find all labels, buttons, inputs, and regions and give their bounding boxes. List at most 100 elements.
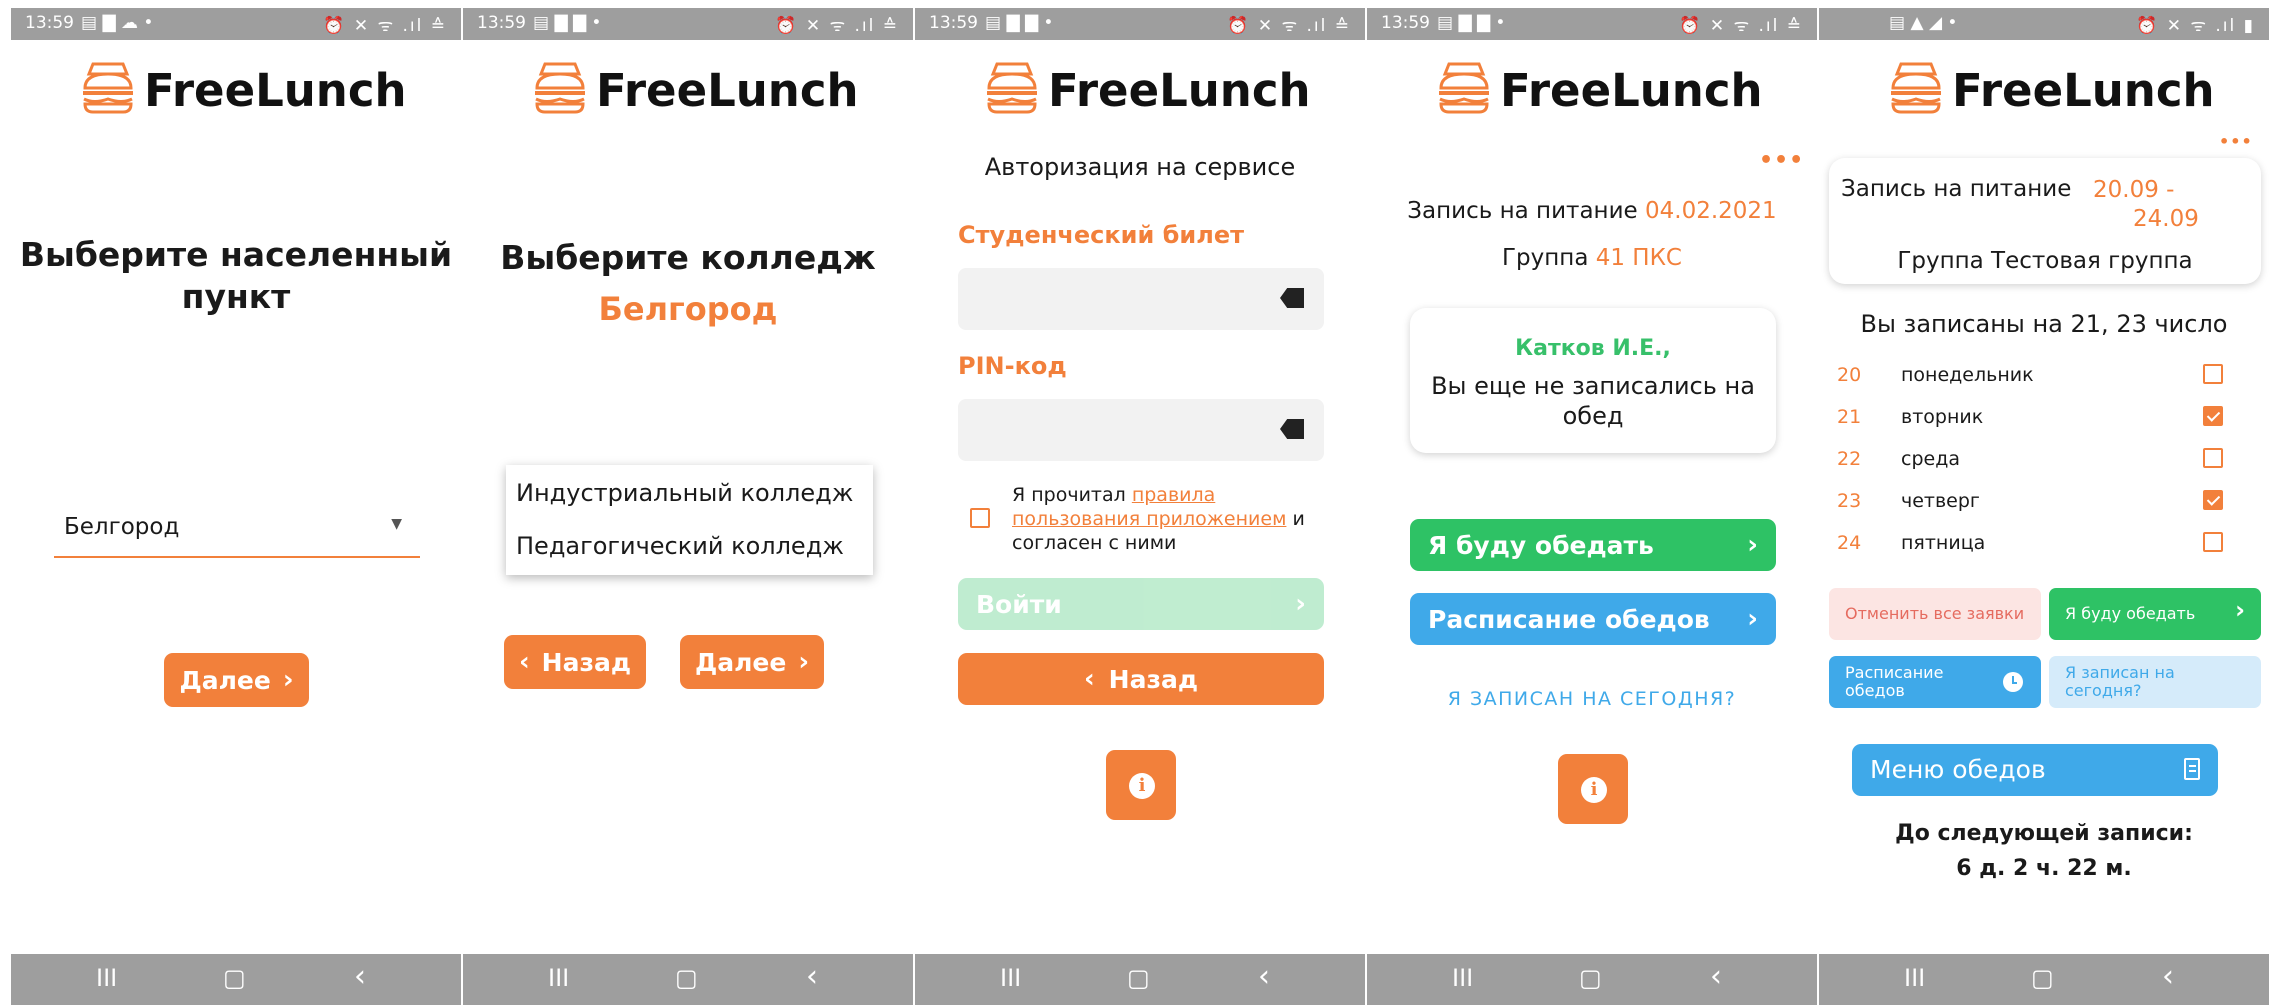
status-bar: 13:59 ▤ ▇ ▇ • ⏰ ✕ ᯤ .ıl ≙: [463, 8, 913, 40]
back-icon[interactable]: ‹: [806, 959, 818, 994]
status-message: Вы еще не записались на обед: [1431, 372, 1755, 430]
agree-checkbox[interactable]: [970, 508, 990, 528]
recents-icon[interactable]: III: [548, 964, 569, 992]
backspace-icon[interactable]: [1280, 419, 1304, 439]
chevron-left-icon: ‹: [1083, 664, 1095, 694]
next-button[interactable]: Далее ›: [680, 635, 824, 689]
next-record-countdown: 6 д. 2 ч. 22 м.: [1956, 856, 2132, 881]
screen-select-college: 13:59 ▤ ▇ ▇ • ⏰ ✕ ᯤ .ıl ≙ FreeLunch Выбе…: [463, 8, 913, 1005]
system-nav-bar: III ▢ ‹: [11, 954, 461, 1005]
dropdown-option[interactable]: Индустриальный колледж: [516, 479, 853, 507]
signed-days-text: Вы записаны на 21, 23 число: [1860, 310, 2228, 338]
app-logo: FreeLunch: [1367, 54, 1817, 118]
day-row[interactable]: 24 пятница: [1837, 528, 2247, 558]
clock-icon: [2003, 672, 2023, 692]
day-checkbox[interactable]: [2203, 364, 2223, 384]
city-select-value: Белгород: [64, 514, 180, 540]
record-date: 04.02.2021: [1645, 198, 1777, 224]
day-checkbox[interactable]: [2203, 406, 2223, 426]
page-title: Выберите колледж: [500, 238, 876, 277]
recents-icon[interactable]: III: [1000, 964, 1021, 992]
am-i-signed-today-link[interactable]: Я ЗАПИСАН НА СЕГОДНЯ?: [1367, 688, 1817, 710]
home-icon[interactable]: ▢: [2031, 964, 2054, 992]
day-checkbox[interactable]: [2203, 448, 2223, 468]
schedule-button[interactable]: Расписание обедов: [1829, 656, 2041, 708]
student-id-field[interactable]: [958, 268, 1324, 330]
status-time: 13:59: [477, 13, 526, 33]
system-nav-bar: III ▢ ‹: [463, 954, 913, 1005]
status-time: 13:59: [929, 13, 978, 33]
back-button[interactable]: ‹ Назад: [958, 653, 1324, 705]
will-eat-button[interactable]: Я буду обедать ›: [1410, 519, 1776, 571]
pin-label: PIN-код: [958, 352, 1067, 380]
selected-city: Белгород: [598, 290, 778, 328]
schedule-button[interactable]: Расписание обедов ›: [1410, 593, 1776, 645]
back-icon[interactable]: ‹: [354, 959, 366, 994]
status-right-icons: ⏰ ✕ ᯤ .ıl ▮: [2136, 16, 2255, 36]
chevron-left-icon: ‹: [518, 647, 530, 677]
day-row[interactable]: 20 понедельник: [1837, 360, 2247, 390]
am-i-signed-today-button[interactable]: Я записан на сегодня?: [2049, 656, 2261, 708]
status-bar: 09:37 ▤ ▲ ◢ • ⏰ ✕ ᯤ .ıl ▮: [1819, 8, 2269, 881]
recents-icon[interactable]: III: [96, 964, 117, 992]
chevron-right-icon: ›: [798, 647, 810, 677]
will-eat-button[interactable]: Я буду обедать ›: [2049, 588, 2261, 640]
day-row[interactable]: 21 вторник: [1837, 402, 2247, 432]
city-select[interactable]: Белгород ▼: [54, 506, 420, 558]
system-nav-bar: III ▢ ‹: [1367, 954, 1817, 1005]
menu-button[interactable]: Меню обедов: [1852, 744, 2218, 796]
info-button[interactable]: i: [1558, 754, 1628, 824]
status-bar: 13:59 ▤ ▇ ▇ • ⏰ ✕ ᯤ .ıl ≙: [1367, 8, 1817, 40]
back-icon[interactable]: ‹: [1258, 959, 1270, 994]
system-nav-bar: III ▢ ‹: [1819, 954, 2269, 1005]
more-menu-icon[interactable]: •••: [2219, 132, 2253, 151]
home-icon[interactable]: ▢: [675, 964, 698, 992]
auth-title: Авторизация на сервисе: [984, 153, 1296, 181]
burger-logo-icon: [1439, 62, 1489, 114]
login-button[interactable]: Войти ›: [958, 578, 1324, 630]
status-right-icons: ⏰ ✕ ᯤ .ıl ≙: [323, 16, 447, 36]
info-icon: i: [1581, 777, 1607, 803]
home-icon[interactable]: ▢: [1127, 964, 1150, 992]
record-card: Запись на питание 20.09 - 24.09 Группа Т…: [1829, 158, 2261, 284]
more-menu-icon[interactable]: •••: [1759, 148, 1804, 173]
home-icon[interactable]: ▢: [1579, 964, 1602, 992]
chevron-right-icon: ›: [282, 665, 294, 695]
status-time: 13:59: [1381, 13, 1430, 33]
recents-icon[interactable]: III: [1904, 964, 1925, 992]
app-logo: FreeLunch: [11, 54, 461, 118]
cancel-all-button[interactable]: Отменить все заявки: [1829, 588, 2041, 640]
college-dropdown: Индустриальный колледж Педагогический ко…: [506, 465, 873, 575]
status-left-icons: ▤ ▇ ▇ •: [1437, 13, 1506, 33]
home-icon[interactable]: ▢: [223, 964, 246, 992]
student-name: Катков И.Е.,: [1515, 336, 1671, 361]
status-bar: 13:59 ▤ ▇ ☁ • ⏰ ✕ ᯤ .ıl ≙: [11, 8, 461, 40]
status-time: 13:59: [25, 13, 74, 33]
burger-logo-icon: [987, 62, 1037, 114]
status-card: Катков И.Е., Вы еще не записались на обе…: [1410, 308, 1776, 453]
pin-field[interactable]: [958, 399, 1324, 461]
back-icon[interactable]: ‹: [1710, 959, 1722, 994]
next-button[interactable]: Далее ›: [164, 653, 309, 707]
brand-name: FreeLunch: [1048, 64, 1311, 117]
day-checkbox[interactable]: [2203, 532, 2223, 552]
status-right-icons: ⏰ ✕ ᯤ .ıl ≙: [1679, 16, 1803, 36]
back-icon[interactable]: ‹: [2162, 959, 2174, 994]
day-row[interactable]: 22 среда: [1837, 444, 2247, 474]
dropdown-option[interactable]: Педагогический колледж: [516, 532, 844, 560]
recents-icon[interactable]: III: [1452, 964, 1473, 992]
chevron-right-icon: ›: [1747, 530, 1758, 560]
system-nav-bar: III ▢ ‹: [915, 954, 1365, 1005]
screen-dashboard: 13:59 ▤ ▇ ▇ • ⏰ ✕ ᯤ .ıl ≙ FreeLunch ••• …: [1367, 8, 1817, 1005]
day-checkbox[interactable]: [2203, 490, 2223, 510]
status-left-icons: ▤ ▲ ◢ •: [1889, 13, 1958, 33]
page-title: Выберите населенный пункт: [19, 235, 453, 316]
info-icon: i: [1129, 773, 1155, 799]
backspace-icon[interactable]: [1280, 288, 1304, 308]
record-heading: Запись на питание 04.02.2021: [1407, 198, 1777, 224]
info-button[interactable]: i: [1106, 750, 1176, 820]
back-button[interactable]: ‹ Назад: [504, 635, 646, 689]
burger-logo-icon: [83, 62, 133, 114]
brand-name: FreeLunch: [1952, 64, 2215, 117]
day-row[interactable]: 23 четверг: [1837, 486, 2247, 516]
